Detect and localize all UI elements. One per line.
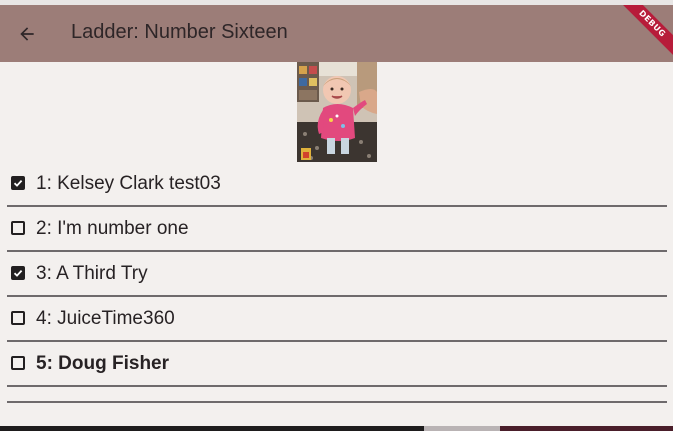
player-checkbox[interactable] (11, 356, 25, 370)
page-title: Ladder: Number Sixteen (71, 21, 288, 43)
player-label: 3: A Third Try (36, 263, 148, 284)
player-checkbox[interactable] (11, 176, 25, 190)
back-button[interactable] (8, 15, 46, 53)
app-window: Ladder: Number Sixteen DEBUG 1: Kelsey C… (0, 5, 673, 431)
bottom-bar (0, 426, 673, 431)
player-label: 4: JuiceTime360 (36, 308, 175, 329)
arrow-back-icon (20, 27, 34, 41)
bottom-bar-segment (424, 426, 500, 431)
player-row[interactable]: 3: A Third Try (7, 252, 667, 297)
player-list: 1: Kelsey Clark test03 2: I'm number one… (7, 162, 667, 403)
player-checkbox[interactable] (11, 221, 25, 235)
list-divider (7, 387, 667, 403)
player-row[interactable]: 5: Doug Fisher (7, 342, 667, 387)
check-icon (13, 179, 23, 187)
player-checkbox[interactable] (11, 266, 25, 280)
check-icon (13, 269, 23, 277)
player-label: 1: Kelsey Clark test03 (36, 173, 221, 194)
app-bar: Ladder: Number Sixteen (0, 5, 673, 62)
player-label: 2: I'm number one (36, 218, 189, 239)
player-photo (297, 62, 377, 162)
bottom-bar-segment (500, 426, 673, 431)
player-row[interactable]: 2: I'm number one (7, 207, 667, 252)
player-row[interactable]: 4: JuiceTime360 (7, 297, 667, 342)
player-row[interactable]: 1: Kelsey Clark test03 (7, 162, 667, 207)
player-label: 5: Doug Fisher (36, 353, 170, 374)
player-checkbox[interactable] (11, 311, 25, 325)
